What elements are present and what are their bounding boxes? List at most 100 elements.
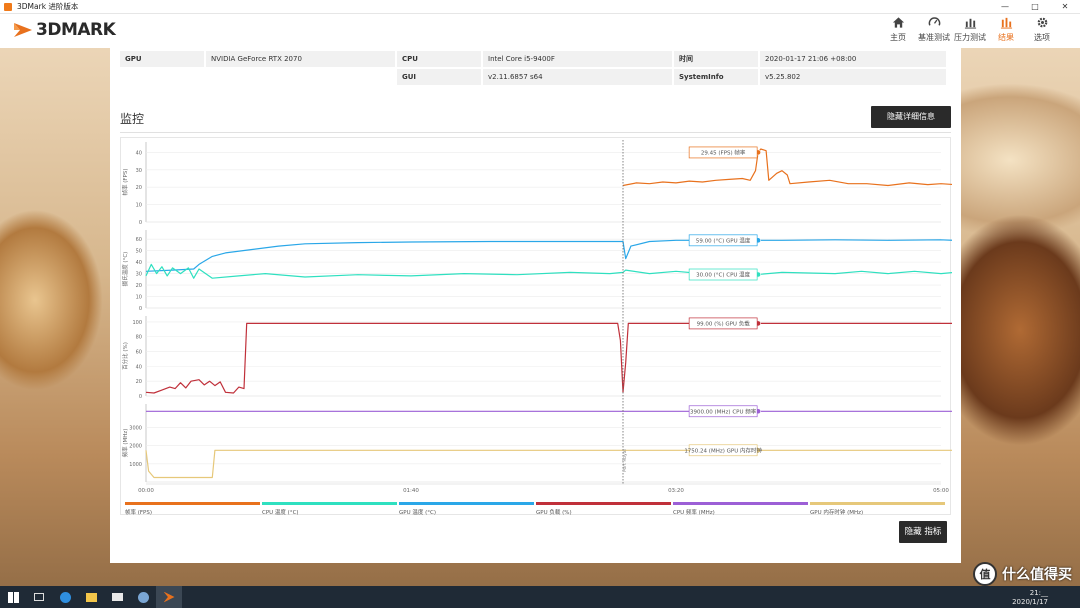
monitoring-chart-svg[interactable]: 0 10 20 30 40 帧率 (FPS) 29.45 (FPS) 帧率 0 10 20 30 40… [121,138,952,516]
nav-benchmarks[interactable]: 基准测试 [916,16,952,43]
y-tick-label: 10 [136,295,142,301]
legend-item[interactable]: 帧率 (FPS) [125,502,260,516]
chart-legend: 帧率 (FPS) CPU 温度 (°C) GPU 温度 (°C) GPU 负载 (%)… [125,502,947,516]
file-explorer-icon[interactable] [78,586,104,608]
legend-item[interactable]: GPU 负载 (%) [536,502,671,516]
nav-benchmarks-label: 基准测试 [918,33,950,42]
y-tick-label: 1000 [129,462,142,468]
y-tick-label: 20 [136,379,142,385]
monitoring-chart: 0 10 20 30 40 帧率 (FPS) 29.45 (FPS) 帧率 0 10 20 30 40… [120,137,952,516]
x-tick-label: 05:00 [933,488,949,494]
results-panel: GPU NVIDIA GeForce RTX 2070 CPU Intel Co… [110,48,961,563]
3dmark-logo[interactable]: 3DMARK [12,19,116,41]
info-key-empty [120,69,204,85]
clock-time: 21:__ [1029,589,1048,597]
info-value-cpu: Intel Core i5-9400F [483,51,672,67]
gear-icon [1037,17,1047,28]
x-tick-label: 00:00 [138,488,154,494]
nav-home[interactable]: 主页 [880,16,916,43]
nav-results-label: 结果 [998,33,1014,42]
home-icon [892,17,904,28]
stress-bars-icon [964,18,976,29]
x-tick-label: 03:20 [668,488,684,494]
gauge-icon [928,17,940,26]
legend-label: GPU 负载 (%) [536,510,572,516]
callout-label: 1750.24 (MHz) GPU 内存时钟 [684,446,762,454]
series-line [145,322,952,394]
legend-item[interactable]: GPU 内存时钟 (MHz) [810,502,945,516]
y-tick-label: 30 [136,272,142,278]
legend-label: GPU 温度 (°C) [399,510,436,516]
info-key-gpu: GPU [120,51,204,67]
nav-stress-tests[interactable]: 压力测试 [952,16,988,43]
nav-home-label: 主页 [890,33,906,42]
close-button[interactable]: ✕ [1050,0,1080,14]
nav-results[interactable]: 结果 [988,16,1024,43]
hide-details-button[interactable]: 隐藏详细信息 [871,106,951,128]
nav-stress-tests-label: 压力测试 [954,33,986,42]
series-line [145,239,952,272]
info-key-systeminfo: SystemInfo [674,69,758,85]
maximize-button[interactable]: □ [1020,0,1050,14]
taskbar-icons [0,586,182,608]
watermark-text: 什么值得买 [1002,567,1072,583]
y-tick-label: 50 [136,249,142,255]
info-key-time: 时间 [674,51,758,67]
info-row: GPU NVIDIA GeForce RTX 2070 CPU Intel Co… [120,51,951,67]
minimize-button[interactable]: — [990,0,1020,14]
legend-swatch [810,502,945,505]
y-tick-label: 40 [136,150,142,156]
test-marker-label: Port Royal [622,449,628,472]
legend-item[interactable]: CPU 频率 (MHz) [673,502,808,516]
y-tick-label: 20 [136,283,142,289]
windows-start-icon[interactable] [0,586,26,608]
info-value-gui: v2.11.6857 s64 [483,69,672,85]
window-title-bar: 3DMark 进阶版本 — □ ✕ [0,0,1080,14]
y-tick-label: 0 [139,306,142,312]
edge-icon[interactable] [52,586,78,608]
nav-options[interactable]: 选项 [1024,16,1060,43]
window-title: 3DMark 进阶版本 [17,2,79,11]
y-tick-label: 0 [139,394,142,400]
results-bars-icon [1000,17,1012,29]
system-info-grid: GPU NVIDIA GeForce RTX 2070 CPU Intel Co… [120,51,951,87]
info-value-gpu: NVIDIA GeForce RTX 2070 [206,51,395,67]
callout-label: 99.00 (%) GPU 负载 [697,319,751,327]
legend-item[interactable]: GPU 温度 (°C) [399,502,534,516]
windows-taskbar: 21:__ 2020/1/17 [0,586,1080,608]
y-tick-label: 3000 [129,426,142,432]
y-tick-label: 2000 [129,444,142,450]
watermark-seal: 值 [973,562,997,586]
steam-icon[interactable] [130,586,156,608]
mail-icon[interactable] [104,586,130,608]
y-tick-label: 40 [136,260,142,266]
y-axis-label: 频率 (MHz) [121,429,129,458]
app-icon [4,2,12,11]
callout-label: 29.45 (FPS) 帧率 [701,148,746,156]
legend-label: CPU 频率 (MHz) [673,510,715,516]
callout-label: 30.00 (°C) CPU 温度 [696,271,751,279]
y-tick-label: 30 [136,168,142,174]
3dmark-taskbar-icon[interactable] [156,586,182,608]
legend-label: GPU 内存时钟 (MHz) [810,510,864,516]
legend-swatch [262,502,397,505]
info-key-gui: GUI [397,69,481,85]
callout-label: 59.00 (°C) GPU 温度 [696,236,751,244]
monitoring-title: 监控 [120,112,145,126]
task-view-icon[interactable] [26,586,52,608]
main-nav: 主页 基准测试 压力测试 结果 选项 [880,16,1060,43]
taskbar-clock[interactable]: 21:__ 2020/1/17 [1012,589,1048,607]
hide-metrics-button[interactable]: 隐藏 指标 [899,521,947,543]
legend-swatch [673,502,808,505]
nav-options-label: 选项 [1034,33,1050,42]
legend-label: 帧率 (FPS) [125,510,153,516]
y-tick-label: 100 [132,320,142,326]
y-axis-label: 百分比 (%) [121,342,129,370]
series-line [145,263,952,279]
series-line [622,148,952,187]
legend-item[interactable]: CPU 温度 (°C) [262,502,397,516]
legend-swatch [399,502,534,505]
x-tick-label: 01:40 [403,488,419,494]
y-tick-label: 60 [136,237,142,243]
y-tick-label: 40 [136,364,142,370]
